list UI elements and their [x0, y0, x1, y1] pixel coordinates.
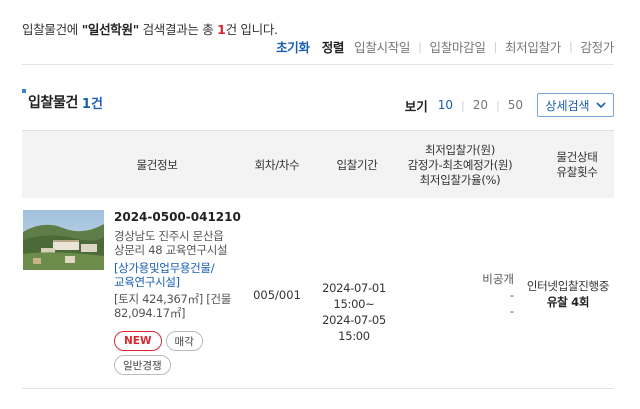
new-badge: NEW: [114, 331, 162, 351]
sort-title: 정렬: [321, 40, 345, 55]
usage-line1: [상가용및업무용건물/: [114, 261, 215, 275]
property-thumbnail[interactable]: [23, 210, 104, 270]
advanced-search-label: 상세검색: [545, 98, 590, 113]
view-controls: 보기 10 | 20 | 50 상세검색: [405, 93, 614, 117]
area-line1: [토지 424,367㎡] [건물: [114, 292, 232, 306]
header-round: 회차/차수: [254, 157, 300, 172]
usage-line2: 교육연구시설]: [114, 275, 180, 289]
sort-bid-end[interactable]: 입찰마감일: [430, 37, 486, 56]
property-address: 경상남도 진주시 문산읍 상문리 48 교육연구시설: [114, 229, 234, 257]
sort-separator: |: [418, 40, 422, 53]
view-separator: |: [461, 98, 465, 112]
address-line2: 상문리 48 교육연구시설: [114, 243, 228, 257]
address-line1: 경상남도 진주시 문산읍: [114, 229, 224, 243]
summary-middle: 검색결과는 총: [138, 22, 218, 37]
reset-button[interactable]: 초기화: [276, 37, 310, 56]
view-option-50[interactable]: 50: [508, 98, 523, 112]
table-header: 물건정보 회차/차수 입찰기간 최저입찰가(원) 감정가-최초예정가(원) 최저…: [22, 130, 614, 198]
view-separator: |: [496, 98, 500, 112]
view-label: 보기: [404, 98, 428, 114]
header-price: 최저입찰가(원) 감정가-최초예정가(원) 최저입찰가율(%): [400, 131, 520, 199]
header-price-line1: 최저입찰가(원): [424, 142, 496, 157]
min-price-rate: -: [509, 304, 514, 318]
header-price-line3: 최저입찰가율(%): [419, 172, 501, 187]
status-info: 인터넷입찰진행중 유찰 4회: [515, 278, 621, 310]
result-count: 1: [217, 22, 226, 37]
header-price-line2: 감정가-최초예정가(원): [407, 157, 513, 172]
search-summary: 입찰물건에 "일선학원" 검색결과는 총 1건 입니다.: [22, 19, 278, 38]
section-count: 1건: [81, 96, 103, 112]
table-row[interactable]: 2024-0500-041210 경상남도 진주시 문산읍 상문리 48 교육연…: [22, 198, 614, 389]
header-status: 물건상태 유찰횟수: [527, 131, 627, 199]
section-title: 입찰물건: [28, 95, 78, 111]
view-option-10[interactable]: 10: [438, 98, 453, 112]
property-area: [토지 424,367㎡] [건물 82,094.17㎡]: [114, 292, 232, 320]
price-info: 비공개 - -: [422, 271, 514, 319]
advanced-search-button[interactable]: 상세검색: [537, 93, 614, 117]
round-value: 005/001: [253, 288, 301, 302]
sort-separator: |: [568, 40, 573, 53]
status-text: 인터넷입찰진행중: [526, 279, 610, 293]
area-line2: 82,094.17㎡]: [114, 306, 186, 320]
badge-group: NEW 매각: [114, 331, 203, 351]
badge-group-2: 일반경쟁: [114, 355, 171, 375]
search-keyword: "일선학원": [81, 22, 140, 37]
section-marker: [22, 89, 26, 93]
section-header: 입찰물건 1건: [22, 89, 103, 112]
header-status-line2: 유찰횟수: [556, 165, 598, 179]
header-info: 물건정보: [136, 157, 178, 172]
sort-min-price[interactable]: 최저입찰가: [505, 37, 561, 56]
sort-bar: 초기화 정렬 입찰시작일 | 입찰마감일 | 최저입찰가 | 감정가: [276, 37, 614, 56]
period-start: 2024-07-01 15:00~: [322, 281, 386, 311]
chevron-down-icon: [596, 101, 606, 109]
sort-separator: |: [493, 40, 498, 53]
view-option-20[interactable]: 20: [473, 98, 488, 112]
summary-suffix: 건 입니다.: [225, 22, 278, 37]
case-number[interactable]: 2024-0500-041210: [114, 210, 241, 224]
summary-prefix: 입찰물건에: [22, 22, 82, 37]
bid-type-badge: 일반경쟁: [114, 355, 171, 375]
sort-bid-start[interactable]: 입찰시작일: [354, 37, 410, 56]
bid-period: 2024-07-01 15:00~ 2024-07-05 15:00: [305, 280, 403, 344]
header-status-line1: 물건상태: [556, 150, 598, 164]
min-price: 비공개: [482, 272, 514, 286]
top-divider: [22, 64, 614, 65]
appraisal-price: -: [509, 288, 514, 302]
sale-type-badge: 매각: [165, 331, 203, 351]
sort-appraisal[interactable]: 감정가: [580, 37, 614, 56]
period-end: 2024-07-05 15:00: [322, 313, 386, 343]
fail-count: 유찰 4회: [546, 295, 590, 309]
header-period: 입찰기간: [336, 157, 378, 172]
property-usage: [상가용및업무용건물/ 교육연구시설]: [114, 261, 232, 289]
